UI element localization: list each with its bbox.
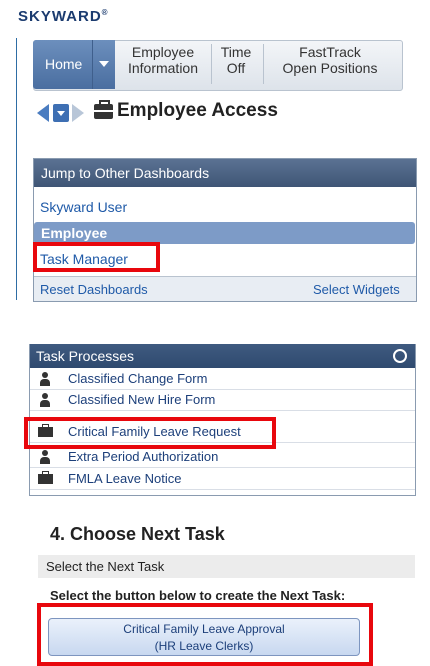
briefcase-icon <box>94 100 113 119</box>
reset-dashboards-link[interactable]: Reset Dashboards <box>40 282 148 297</box>
person-icon <box>40 393 50 407</box>
next-task-band: Select the Next Task <box>38 555 415 578</box>
nav-employee-information[interactable]: Employee Information <box>118 44 208 76</box>
nav-divider <box>263 44 264 84</box>
chevron-down-icon <box>99 61 109 67</box>
dashboards-header: Jump to Other Dashboards <box>34 159 416 187</box>
briefcase-icon <box>38 471 53 484</box>
refresh-icon[interactable] <box>393 349 407 363</box>
back-arrow-icon[interactable] <box>37 104 49 122</box>
highlight-box <box>37 603 373 666</box>
instruction-text: Select the button below to create the Ne… <box>50 588 346 603</box>
nav-home-label: Home <box>45 56 83 72</box>
nav-fasttrack-open-positions[interactable]: FastTrack Open Positions <box>268 44 392 76</box>
nav-divider <box>211 44 212 84</box>
task-row[interactable]: Classified New Hire Form <box>30 390 415 411</box>
highlight-box <box>24 417 276 449</box>
highlight-box <box>33 242 160 272</box>
page-title: Employee Access <box>117 100 278 121</box>
select-widgets-link[interactable]: Select Widgets <box>313 282 400 297</box>
left-border <box>16 38 17 300</box>
task-row[interactable]: Extra Period Authorization <box>30 447 415 468</box>
home-dropdown[interactable] <box>92 40 115 89</box>
task-processes-header: Task Processes <box>30 344 415 368</box>
person-icon <box>40 372 50 386</box>
task-row[interactable]: Classified Change Form <box>30 369 415 390</box>
section-title: 4. Choose Next Task <box>50 524 225 544</box>
forward-arrow-icon[interactable] <box>72 104 84 122</box>
nav-time-off[interactable]: Time Off <box>214 44 258 76</box>
person-icon <box>40 450 50 464</box>
dashboard-skyward-user[interactable]: Skyward User <box>40 199 127 215</box>
dashboard-employee[interactable]: Employee <box>34 222 415 244</box>
history-dropdown-icon[interactable] <box>53 104 69 122</box>
task-row[interactable]: FMLA Leave Notice <box>30 469 415 490</box>
nav-home-button[interactable]: Home <box>33 40 115 89</box>
skyward-logo: SKYWARD® <box>18 8 109 25</box>
